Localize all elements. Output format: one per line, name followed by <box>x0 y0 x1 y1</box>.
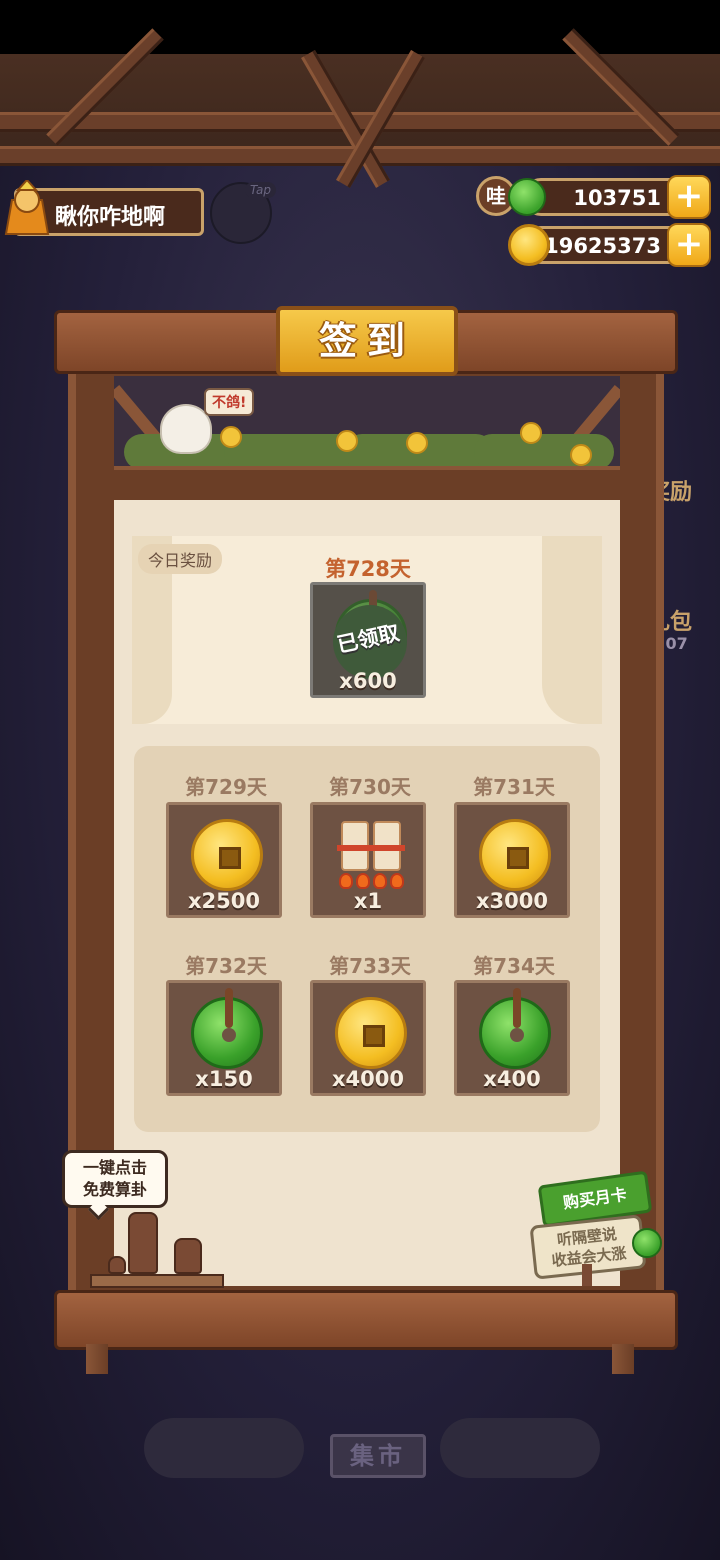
garden-coin <box>520 422 542 444</box>
divination-line2: 免费算卦 <box>82 1180 147 1199</box>
flame-icon <box>373 873 387 889</box>
reward-qty: x150 <box>195 1067 253 1091</box>
jar-icon <box>174 1238 202 1274</box>
day-label: 第734天 <box>473 954 555 978</box>
jade-amount: 103751 <box>573 186 661 210</box>
flame-icon <box>339 873 353 889</box>
chick-speech: 不鸽! <box>204 388 255 416</box>
reward-card-day-729[interactable]: x2500 <box>166 802 282 918</box>
coin-amount: 19625373 <box>544 234 661 258</box>
jar-shelf <box>90 1274 224 1288</box>
month-card-button[interactable]: 购买月卡 听隔壁说 收益会大涨 <box>529 1164 680 1286</box>
jade-icon <box>479 988 551 1069</box>
player-name: 瞅你咋地啊 <box>55 205 166 230</box>
coin-icon <box>191 819 263 891</box>
garden-shelf <box>114 466 620 500</box>
board-post <box>612 1344 634 1374</box>
jar-icon <box>108 1256 126 1274</box>
divination-button[interactable]: 一键点击 免费算卦 <box>62 1150 168 1208</box>
day-label: 第732天 <box>185 954 267 978</box>
jade-icon <box>191 988 263 1069</box>
reward-qty: x600 <box>339 669 397 693</box>
signin-title-plate: 签到 <box>276 306 458 376</box>
tap-button[interactable]: Tap <box>210 182 276 244</box>
add-coin-button[interactable]: + <box>667 223 711 267</box>
today-reward-card[interactable]: 已领取 x600 <box>310 582 426 698</box>
status-bar <box>0 0 720 54</box>
game-scene: 瞅你咋地啊 Tap 103751 + 哇 19625373 + 奖励 礼包 4:… <box>0 0 720 1560</box>
garden-coin <box>336 430 358 452</box>
garden-coin <box>406 432 428 454</box>
jade-icon <box>508 178 546 216</box>
garden-coin <box>220 426 242 448</box>
day-label: 第733天 <box>329 954 411 978</box>
reward-card-day-730[interactable]: x1 <box>310 802 426 918</box>
reward-qty: x400 <box>483 1067 541 1091</box>
day-label: 第730天 <box>329 775 411 799</box>
reward-card-day-732[interactable]: x150 <box>166 980 282 1096</box>
jar-icon <box>128 1212 158 1274</box>
tap-label: Tap <box>244 182 276 198</box>
board-bottom-plank <box>54 1290 678 1350</box>
reward-card-day-734[interactable]: x400 <box>454 980 570 1096</box>
reward-qty: x4000 <box>332 1067 404 1091</box>
day-label: 第731天 <box>473 775 555 799</box>
today-day-label: 第728天 <box>325 557 411 581</box>
coin-icon <box>479 819 551 891</box>
reward-card-day-733[interactable]: x4000 <box>310 980 426 1096</box>
garden-coin <box>570 444 592 466</box>
scroll-icon <box>337 817 405 889</box>
reward-card-day-731[interactable]: x3000 <box>454 802 570 918</box>
flame-icon <box>356 873 370 889</box>
coin-icon <box>508 224 550 266</box>
reward-qty: x1 <box>353 889 383 913</box>
cloud <box>144 1418 304 1478</box>
reward-qty: x3000 <box>476 889 548 913</box>
bush <box>474 434 614 470</box>
add-jade-button[interactable]: + <box>667 175 711 219</box>
roof-beams <box>0 28 720 188</box>
jade-currency-bar: 103751 + <box>522 175 711 219</box>
coin-icon <box>335 997 407 1069</box>
day-label: 第729天 <box>185 775 267 799</box>
sign-post <box>582 1264 592 1286</box>
reward-qty: x2500 <box>188 889 260 913</box>
player-avatar-icon[interactable] <box>4 180 50 236</box>
divination-jars[interactable] <box>90 1206 224 1288</box>
curtain <box>542 536 602 724</box>
flame-icon <box>390 873 404 889</box>
divination-line1: 一键点击 <box>82 1158 147 1177</box>
today-reward-tag: 今日奖励 <box>138 544 223 574</box>
cloud <box>440 1418 600 1478</box>
market-sign[interactable]: 集市 <box>330 1434 426 1478</box>
jade-icon <box>632 1228 662 1258</box>
board-post <box>86 1344 108 1374</box>
scroll-band <box>337 845 405 851</box>
signin-title: 签到 <box>318 319 415 363</box>
market-label: 集市 <box>350 1442 406 1470</box>
